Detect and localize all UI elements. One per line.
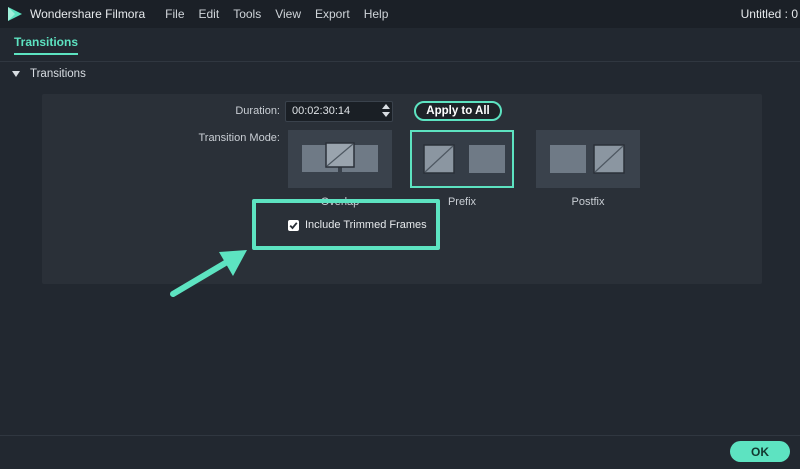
- postfix-icon: [550, 144, 625, 174]
- menu-edit[interactable]: Edit: [199, 7, 220, 21]
- mode-prefix-label: Prefix: [447, 196, 477, 208]
- section-title: Transitions: [30, 68, 86, 80]
- tab-bar: Transitions: [0, 28, 800, 62]
- mode-overlap-card[interactable]: [288, 130, 392, 188]
- duration-stepper[interactable]: [382, 104, 390, 120]
- include-trimmed-frames-checkbox[interactable]: [288, 219, 299, 231]
- transition-settings-panel: Duration: Apply to All Transition Mode: …: [42, 94, 762, 284]
- prefix-icon: [423, 144, 505, 174]
- overlap-icon: [302, 142, 378, 172]
- tab-transitions[interactable]: Transitions: [14, 35, 79, 55]
- arrow-annotation-icon: [170, 250, 247, 297]
- ok-button[interactable]: OK: [730, 441, 790, 462]
- mode-postfix-label: Postfix: [571, 196, 605, 208]
- mode-overlap-label: Overlap: [320, 196, 360, 208]
- duration-label: Duration:: [235, 105, 280, 117]
- stepper-down-icon[interactable]: [382, 112, 390, 117]
- transition-mode-label: Transition Mode:: [198, 132, 280, 144]
- include-trimmed-frames-row[interactable]: Include Trimmed Frames: [288, 219, 427, 231]
- stepper-up-icon[interactable]: [382, 104, 390, 109]
- filmora-logo-icon: [8, 7, 22, 21]
- caret-down-icon[interactable]: [12, 71, 20, 77]
- menu-export[interactable]: Export: [315, 7, 350, 21]
- mode-postfix-card[interactable]: [536, 130, 640, 188]
- apply-to-all-button[interactable]: Apply to All: [414, 101, 502, 121]
- title-bar: Wondershare Filmora File Edit Tools View…: [0, 0, 800, 28]
- app-name: Wondershare Filmora: [30, 7, 146, 21]
- menu-help[interactable]: Help: [364, 7, 389, 21]
- section-header[interactable]: Transitions: [0, 62, 800, 86]
- menu-view[interactable]: View: [275, 7, 301, 21]
- mode-prefix-card[interactable]: [410, 130, 514, 188]
- checkmark-icon: [289, 221, 298, 229]
- menu-file[interactable]: File: [165, 7, 184, 21]
- include-trimmed-frames-label: Include Trimmed Frames: [305, 219, 427, 231]
- footer-bar: OK: [0, 435, 800, 469]
- duration-input[interactable]: [292, 105, 372, 117]
- duration-field[interactable]: [285, 101, 393, 122]
- menu-tools[interactable]: Tools: [233, 7, 261, 21]
- window-title: Untitled : 0: [740, 7, 798, 21]
